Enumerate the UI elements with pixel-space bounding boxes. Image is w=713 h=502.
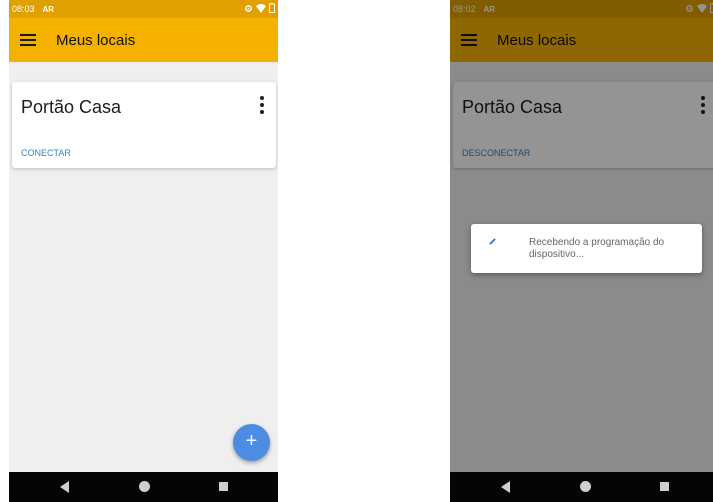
menu-icon[interactable] xyxy=(20,34,36,46)
more-vert-icon[interactable] xyxy=(260,96,264,114)
wifi-icon xyxy=(256,3,266,13)
app-bar: Meus locais xyxy=(9,18,278,62)
place-card[interactable]: Portão Casa CONECTAR xyxy=(12,82,276,168)
spinner-icon xyxy=(489,238,496,245)
nav-recents-icon[interactable] xyxy=(660,482,669,491)
location-icon xyxy=(245,4,252,12)
place-name: Portão Casa xyxy=(21,97,122,117)
nav-home-icon[interactable] xyxy=(580,481,591,492)
status-icons xyxy=(244,3,275,13)
add-icon: + xyxy=(245,430,258,452)
dialog-message: Recebendo a programação do dispositivo..… xyxy=(529,237,665,260)
phone-screen-right: 08:02 AR Meus locais Portão Casa DESCONE… xyxy=(450,0,713,502)
nav-back-icon[interactable] xyxy=(60,481,69,493)
phone-screen-left: 08:03 AR Meus locais Portão Casa CONECTA… xyxy=(9,0,278,502)
status-bar: 08:03 AR xyxy=(9,0,278,18)
add-button[interactable]: + xyxy=(233,424,270,461)
nav-recents-icon[interactable] xyxy=(219,482,228,491)
app-title: Meus locais xyxy=(56,31,136,49)
system-nav-bar xyxy=(450,472,713,502)
status-time: 08:03 xyxy=(12,4,35,14)
system-nav-bar xyxy=(9,472,278,502)
battery-icon xyxy=(269,3,275,13)
nav-home-icon[interactable] xyxy=(139,481,150,492)
progress-dialog: Recebendo a programação do dispositivo..… xyxy=(471,224,702,273)
notification-icon: AR xyxy=(42,4,55,14)
connect-button[interactable]: CONECTAR xyxy=(21,148,71,158)
nav-back-icon[interactable] xyxy=(501,481,510,493)
